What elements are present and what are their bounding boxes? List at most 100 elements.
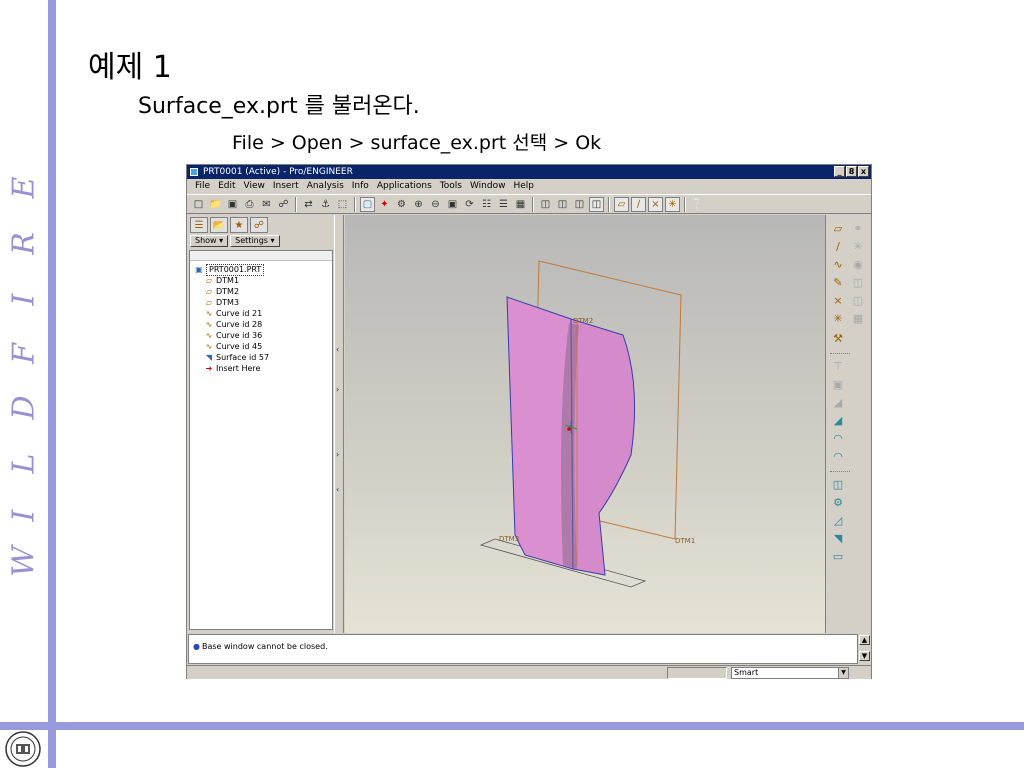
blend-tool-icon[interactable]: ◥ (830, 531, 846, 547)
find-icon[interactable]: ⚓ (318, 197, 333, 212)
analysis-tool-icon: ◉ (853, 258, 863, 271)
chamfer-tool-icon[interactable]: ◠ (830, 449, 846, 465)
slide-bottom-bar-corner (48, 722, 56, 768)
model-tree-tab-icon[interactable]: ☰ (190, 217, 208, 233)
repaint-icon[interactable]: ▢ (360, 196, 375, 212)
menu-applications[interactable]: Applications (373, 179, 436, 193)
sash-arrow-icon: › (336, 450, 340, 459)
tree-item-curve-45[interactable]: ∿ Curve id 45 (202, 342, 263, 352)
layers-icon[interactable]: ☰ (496, 197, 511, 212)
side-letter: R (6, 232, 42, 255)
no-hidden-icon[interactable]: ◫ (572, 197, 587, 212)
send-icon[interactable]: ☍ (276, 197, 291, 212)
hidden-line-icon[interactable]: ◫ (555, 197, 570, 212)
wildfire-vertical-logo: E R I F D L I W (4, 170, 44, 590)
zoom-out-icon[interactable]: ⊖ (428, 197, 443, 212)
message-bullet-icon: ● (193, 642, 200, 651)
style-tool-icon[interactable]: ▭ (830, 549, 846, 565)
favorites-tab-icon[interactable]: ★ (230, 217, 248, 233)
scroll-down-icon[interactable]: ▼ (859, 651, 870, 661)
menu-edit[interactable]: Edit (214, 179, 239, 193)
tree-item-curve-36[interactable]: ∿ Curve id 36 (202, 331, 263, 341)
sketched-datum-curve-icon[interactable]: ✎ (830, 275, 846, 291)
model-tree: ▣ PRT0001.PRT ▱ DTM1 ▱ DTM2 ▱ DTM3 ∿ Cur… (189, 250, 333, 630)
email-icon[interactable]: ✉ (259, 197, 274, 212)
open-folder-icon[interactable]: 📁 (208, 197, 223, 212)
chevron-down-icon[interactable]: ▼ (838, 668, 848, 678)
datum-axes-toggle-icon[interactable]: ∕ (631, 196, 646, 212)
save-icon[interactable]: ▣ (225, 197, 240, 212)
revolve-tool-icon[interactable]: ⚙ (830, 495, 846, 511)
menu-view[interactable]: View (240, 179, 269, 193)
tree-item-dtm2[interactable]: ▱ DTM2 (202, 287, 239, 297)
context-help-icon[interactable]: ❔ (690, 197, 705, 212)
surface-icon: ◥ (205, 353, 213, 362)
menu-file[interactable]: File (191, 179, 214, 193)
datum-planes-toggle-icon[interactable]: ▱ (614, 196, 629, 212)
sketch-tool-icon: ⚭ (853, 222, 863, 235)
csys-tool-icon[interactable]: ✳ (830, 311, 846, 327)
round-tool-icon[interactable]: ◠ (830, 431, 846, 447)
message-scrollbar[interactable]: ▲ ▼ (858, 634, 871, 664)
menu-info[interactable]: Info (348, 179, 373, 193)
show-dropdown[interactable]: Show ▾ (190, 235, 229, 247)
datum-plane-tool-icon[interactable]: ▱ (830, 221, 846, 237)
draft-tool-icon[interactable]: ◢ (830, 413, 846, 429)
menu-window[interactable]: Window (466, 179, 510, 193)
shading-icon[interactable]: ◫ (589, 196, 604, 212)
tree-item-surface-57[interactable]: ◥ Surface id 57 (202, 353, 269, 363)
slide-bottom-bar (0, 722, 1024, 730)
shell-tool-icon: ▣ (832, 378, 844, 391)
extrude-tool-icon[interactable]: ◫ (830, 477, 846, 493)
window-titlebar[interactable]: PRT0001 (Active) - Pro/ENGINEER _ 8 x (187, 165, 871, 179)
menu-tools[interactable]: Tools (436, 179, 466, 193)
tree-item-dtm3[interactable]: ▱ DTM3 (202, 298, 239, 308)
datum-curve-tool-icon[interactable]: ∿ (830, 257, 846, 273)
menu-analysis[interactable]: Analysis (303, 179, 348, 193)
minimize-button[interactable]: _ (834, 166, 845, 177)
wireframe-icon[interactable]: ◫ (538, 197, 553, 212)
copy-tool-icon: ◫ (852, 276, 864, 289)
dtm2-label: DTM2 (573, 317, 593, 325)
panel-sash[interactable]: ‹ › › ‹ (334, 215, 344, 633)
connections-tab-icon[interactable]: ☍ (250, 217, 268, 233)
menu-insert[interactable]: Insert (269, 179, 303, 193)
spin-center-icon[interactable]: ✦ (377, 197, 392, 212)
close-button[interactable]: x (858, 166, 869, 177)
datum-point-tool-icon[interactable]: × (830, 293, 846, 309)
scroll-up-icon[interactable]: ▲ (859, 635, 870, 645)
hole-tool-icon: ⊤ (833, 360, 843, 373)
settings-dropdown[interactable]: Settings ▾ (230, 235, 280, 247)
refit-icon[interactable]: ▣ (445, 197, 460, 212)
tree-item-insert-here[interactable]: ➔ Insert Here (202, 364, 261, 374)
dtm1-label: DTM1 (675, 537, 695, 545)
proe-window: PRT0001 (Active) - Pro/ENGINEER _ 8 x Fi… (186, 164, 872, 679)
selection-filter-select[interactable]: Smart ▼ (731, 667, 849, 679)
tree-item-curve-28[interactable]: ∿ Curve id 28 (202, 320, 263, 330)
new-file-icon[interactable]: □ (191, 197, 206, 212)
coordinate-systems-toggle-icon[interactable]: ✳ (665, 196, 680, 212)
tree-item-dtm1[interactable]: ▱ DTM1 (202, 276, 239, 286)
variable-sweep-tool-icon[interactable]: ◿ (830, 513, 846, 529)
zoom-in-icon[interactable]: ⊕ (411, 197, 426, 212)
print-icon[interactable]: ⎙ (242, 197, 257, 212)
menu-help[interactable]: Help (509, 179, 538, 193)
saved-views-icon[interactable]: ☷ (479, 197, 494, 212)
folder-browser-tab-icon[interactable]: 📂 (210, 217, 228, 233)
coordinate-system-icon (567, 427, 571, 431)
sash-arrow-icon: ‹ (336, 345, 340, 354)
select-box-icon[interactable]: ⬚ (335, 197, 350, 212)
restore-button[interactable]: 8 (846, 166, 857, 177)
graphics-viewport[interactable]: DTM2 DTM1 DTM3 (345, 215, 825, 633)
tree-item-curve-21[interactable]: ∿ Curve id 21 (202, 309, 263, 319)
orient-icon[interactable]: ⚙ (394, 197, 409, 212)
regenerate-icon[interactable]: ⇄ (301, 197, 316, 212)
view-manager-icon[interactable]: ▦ (513, 197, 528, 212)
datum-axis-tool-icon[interactable]: ∕ (830, 239, 846, 255)
analysis-feature-icon[interactable]: ⚒ (830, 331, 846, 347)
main-toolbar: □ 📁 ▣ ⎙ ✉ ☍ ⇄ ⚓ ⬚ ▢ ✦ ⚙ ⊕ ⊖ ▣ ⟳ ☷ ☰ ▦ ◫ … (187, 194, 871, 214)
reorient-icon[interactable]: ⟳ (462, 197, 477, 212)
pattern-tool-icon: ▦ (852, 312, 864, 325)
tree-item-root[interactable]: ▣ PRT0001.PRT (192, 264, 265, 276)
datum-points-toggle-icon[interactable]: × (648, 196, 663, 212)
